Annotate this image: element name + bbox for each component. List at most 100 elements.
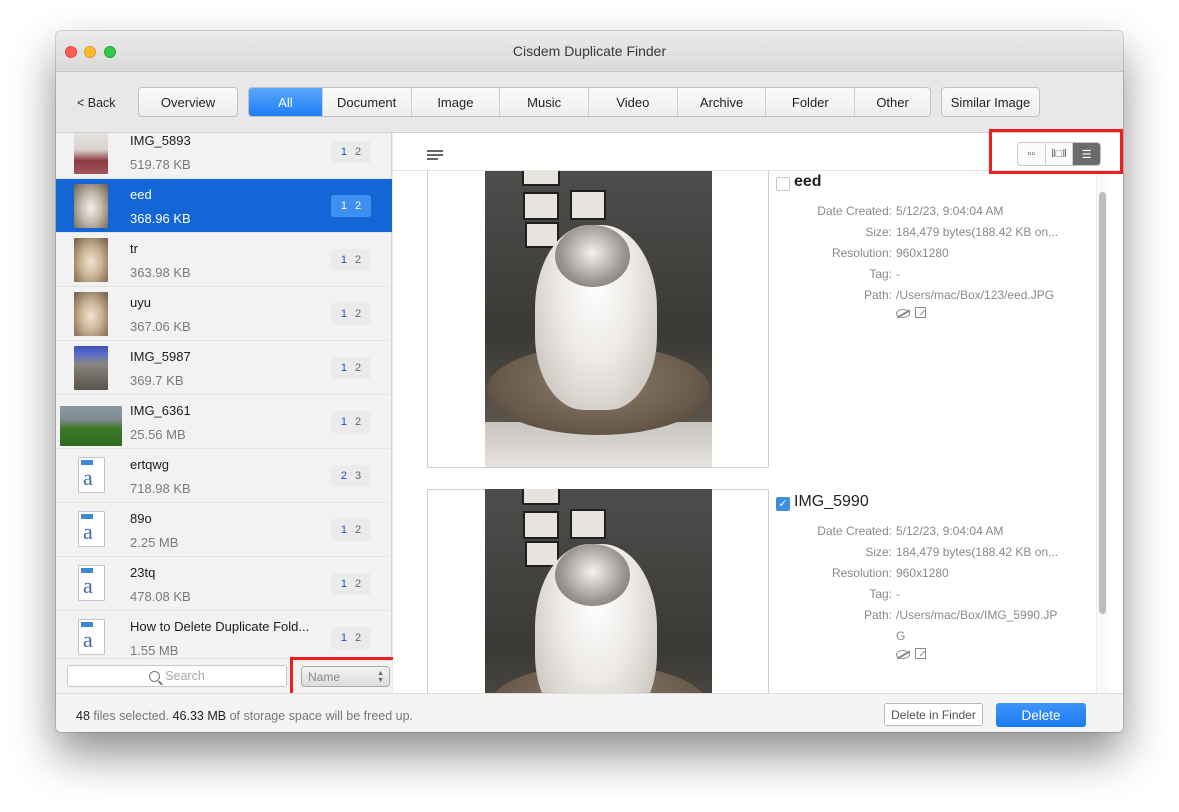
list-item[interactable]: IMG_5893 519.78 KB 12 bbox=[56, 133, 392, 179]
word-doc-icon: a bbox=[78, 457, 105, 493]
selected-count: 1 bbox=[340, 524, 347, 536]
tab-document[interactable]: Document bbox=[323, 88, 412, 116]
list-item[interactable]: a 89o 2.25 MB 12 bbox=[56, 503, 392, 557]
space-freed: 46.33 MB bbox=[172, 709, 227, 723]
space-text: of storage space will be freed up. bbox=[226, 709, 414, 723]
file-name: 23tq bbox=[130, 565, 156, 580]
file-size: 1.55 MB bbox=[130, 643, 179, 658]
file-preview[interactable] bbox=[427, 171, 769, 468]
delete-in-finder-button[interactable]: Delete in Finder bbox=[884, 703, 983, 726]
list-item[interactable]: eed 368.96 KB 12 bbox=[56, 179, 392, 233]
total-count: 3 bbox=[355, 470, 362, 482]
word-doc-icon: a bbox=[78, 565, 105, 601]
file-thumbnail bbox=[74, 184, 108, 228]
back-button[interactable]: < Back bbox=[77, 96, 116, 110]
file-metadata: Date Created: 5/12/23, 9:04:04 AM Size: 18… bbox=[776, 524, 1086, 659]
total-count: 2 bbox=[355, 578, 362, 590]
selected-count: 1 bbox=[340, 578, 347, 590]
word-doc-icon: a bbox=[78, 619, 105, 655]
duplicate-count-badge: 12 bbox=[331, 519, 371, 541]
duplicate-count-badge: 12 bbox=[331, 357, 371, 379]
tab-archive[interactable]: Archive bbox=[678, 88, 767, 116]
file-size: 519.78 KB bbox=[130, 157, 191, 172]
files-count: 48 bbox=[76, 709, 90, 723]
search-input[interactable]: Search bbox=[67, 665, 287, 687]
file-title: IMG_5990 bbox=[794, 493, 869, 510]
selected-count: 1 bbox=[340, 632, 347, 644]
open-in-finder-icon[interactable] bbox=[915, 648, 926, 659]
duplicate-count-badge: 12 bbox=[331, 141, 371, 163]
total-count: 2 bbox=[355, 308, 362, 320]
doc-letter: a bbox=[83, 627, 93, 652]
category-tabs: All Document Image Music Video Archive F… bbox=[248, 87, 931, 117]
meta-label: Date Created: bbox=[817, 524, 892, 538]
select-filter-icon[interactable] bbox=[427, 150, 443, 162]
file-list-panel: IMG_5893 519.78 KB 12 eed 368.96 KB 12 t… bbox=[56, 133, 392, 693]
file-name: IMG_6361 bbox=[130, 403, 191, 418]
file-preview[interactable] bbox=[427, 489, 769, 693]
search-placeholder: Search bbox=[165, 669, 205, 683]
annotation-highlight-view-mode bbox=[989, 129, 1123, 174]
selected-count: 1 bbox=[340, 200, 347, 212]
status-bar: 48 files selected. 46.33 MB of storage s… bbox=[56, 693, 1123, 732]
path-value: /Users/mac/Box/IMG_5990.JP bbox=[896, 608, 1058, 622]
file-list: IMG_5893 519.78 KB 12 eed 368.96 KB 12 t… bbox=[56, 133, 392, 658]
similar-image-button[interactable]: Similar Image bbox=[941, 87, 1040, 117]
doc-letter: a bbox=[83, 519, 93, 544]
meta-label: Date Created: bbox=[817, 204, 892, 218]
list-item[interactable]: tr 363.98 KB 12 bbox=[56, 233, 392, 287]
open-in-finder-icon[interactable] bbox=[915, 307, 926, 318]
preview-eye-icon[interactable] bbox=[896, 309, 910, 318]
list-item[interactable]: a ertqwg 718.98 KB 23 bbox=[56, 449, 392, 503]
tab-music[interactable]: Music bbox=[500, 88, 589, 116]
file-checkbox[interactable]: ✓ bbox=[776, 497, 790, 511]
tag-value: - bbox=[896, 267, 900, 281]
file-name: IMG_5987 bbox=[130, 349, 191, 364]
total-count: 2 bbox=[355, 200, 362, 212]
list-item[interactable]: a How to Delete Duplicate Fold... 1.55 M… bbox=[56, 611, 392, 658]
tab-folder[interactable]: Folder bbox=[766, 88, 856, 116]
list-item[interactable]: a 23tq 478.08 KB 12 bbox=[56, 557, 392, 611]
file-size: 369.7 KB bbox=[130, 373, 184, 388]
file-name: ertqwg bbox=[130, 457, 170, 472]
tab-image[interactable]: Image bbox=[412, 88, 501, 116]
selected-count: 1 bbox=[340, 416, 347, 428]
meta-label: Path: bbox=[863, 288, 892, 302]
file-name: IMG_5893 bbox=[130, 133, 191, 148]
preview-eye-icon[interactable] bbox=[896, 650, 910, 659]
duplicate-count-badge: 12 bbox=[331, 411, 371, 433]
files-text: files selected. bbox=[89, 709, 173, 723]
file-thumbnail bbox=[74, 133, 108, 174]
total-count: 2 bbox=[355, 254, 362, 266]
duplicate-count-badge: 12 bbox=[331, 195, 371, 217]
list-item[interactable]: uyu 367.06 KB 12 bbox=[56, 287, 392, 341]
file-name: 89o bbox=[130, 511, 152, 526]
file-thumbnail bbox=[60, 406, 122, 446]
selected-count: 1 bbox=[340, 362, 347, 374]
overview-button[interactable]: Overview bbox=[138, 87, 238, 117]
selected-count: 1 bbox=[340, 308, 347, 320]
file-checkbox[interactable] bbox=[776, 177, 790, 191]
tab-all[interactable]: All bbox=[249, 88, 323, 116]
app-window: Cisdem Duplicate Finder < Back Overview … bbox=[56, 31, 1123, 732]
meta-label: Tag: bbox=[869, 587, 892, 601]
list-item[interactable]: IMG_6361 25.56 MB 12 bbox=[56, 395, 392, 449]
detail-panel: ▫▫ ‖□‖ ☰ eed Date Created: 5/12/23, 9:04… bbox=[393, 133, 1123, 693]
selected-count: 2 bbox=[340, 470, 347, 482]
file-size: 718.98 KB bbox=[130, 481, 191, 496]
search-icon bbox=[149, 670, 161, 682]
tab-other[interactable]: Other bbox=[855, 88, 930, 116]
total-count: 2 bbox=[355, 416, 362, 428]
cat-photo bbox=[485, 171, 712, 467]
selected-count: 1 bbox=[340, 146, 347, 158]
detail-scrollbar[interactable] bbox=[1099, 192, 1106, 614]
window-title: Cisdem Duplicate Finder bbox=[512, 43, 667, 59]
list-item[interactable]: IMG_5987 369.7 KB 12 bbox=[56, 341, 392, 395]
size-value: 184,479 bytes(188.42 KB on... bbox=[896, 545, 1059, 559]
tab-video[interactable]: Video bbox=[589, 88, 678, 116]
file-size: 2.25 MB bbox=[130, 535, 179, 550]
delete-button[interactable]: Delete bbox=[996, 703, 1086, 727]
path-value-continued: G bbox=[896, 629, 906, 643]
size-value: 184,479 bytes(188.42 KB on... bbox=[896, 225, 1059, 239]
total-count: 2 bbox=[355, 146, 362, 158]
